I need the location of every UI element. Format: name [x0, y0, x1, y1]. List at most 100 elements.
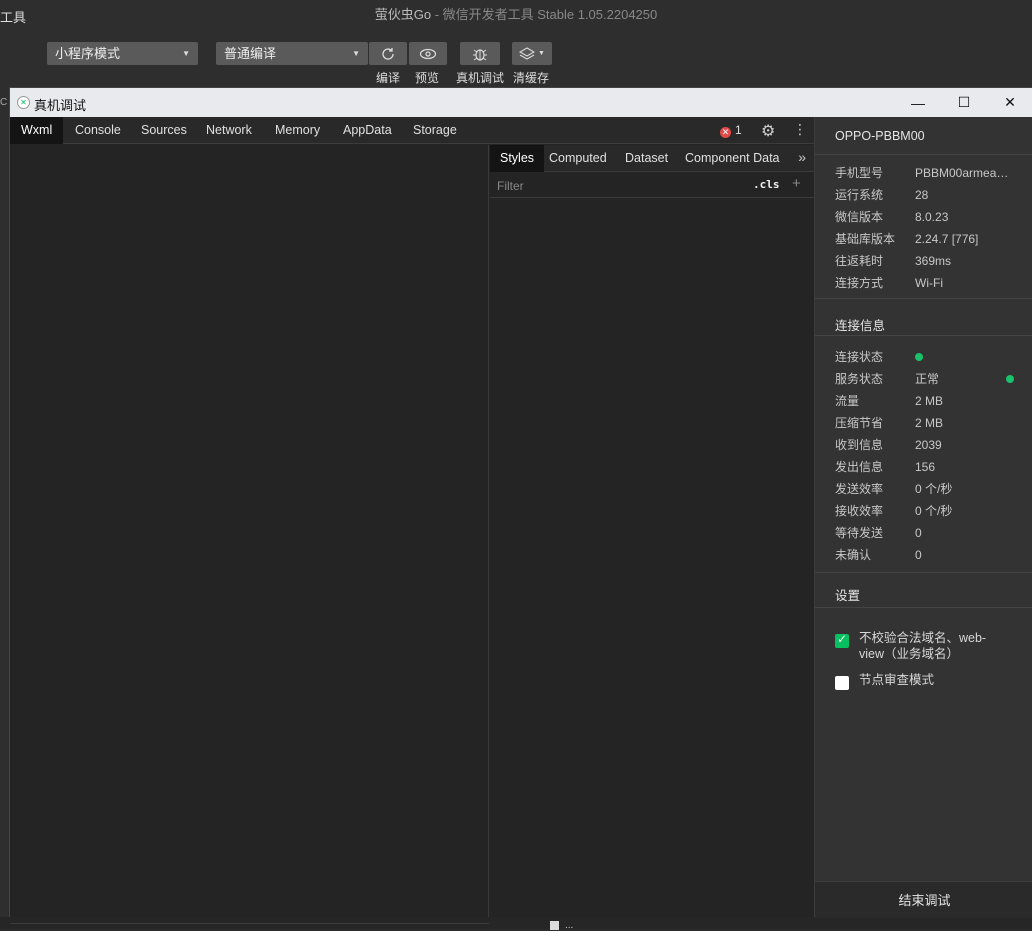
- styles-filter-input[interactable]: Filter: [497, 179, 524, 193]
- row-key: 微信版本: [835, 210, 884, 224]
- row-key: 压缩节省: [835, 416, 884, 430]
- row-key: 连接方式: [835, 276, 884, 290]
- ide-bottom-item: ...: [550, 920, 573, 931]
- device-row-wechat-version: 微信版本 8.0.23: [835, 206, 1025, 228]
- compile-select[interactable]: 普通编译 ▼: [216, 42, 368, 65]
- conn-row-pending: 等待发送 0: [835, 522, 1025, 544]
- device-row-connection: 连接方式 Wi-Fi: [835, 272, 1025, 294]
- row-key: 手机型号: [835, 166, 884, 180]
- conn-row-recv-rate: 接收效率 0 个/秒: [835, 500, 1025, 522]
- status-ok-dot: [1006, 375, 1014, 383]
- conn-row-service: 服务状态 正常: [835, 368, 1025, 390]
- row-value: 28: [915, 188, 929, 202]
- close-button[interactable]: ✕: [987, 88, 1032, 117]
- mode-select[interactable]: 小程序模式 ▼: [47, 42, 198, 65]
- bug-icon: [473, 48, 487, 61]
- close-icon: ✕: [1004, 94, 1016, 110]
- preview-button[interactable]: [409, 42, 447, 65]
- tab-sources[interactable]: Sources: [130, 117, 198, 144]
- device-row-model: 手机型号 PBBM00armeabi...: [835, 162, 1025, 184]
- minimize-icon: —: [911, 94, 925, 111]
- row-key: 流量: [835, 394, 860, 408]
- compile-select-value: 普通编译: [224, 46, 277, 61]
- settings-title: 设置: [835, 589, 861, 603]
- divider: [815, 607, 1032, 608]
- row-value: 369ms: [915, 254, 952, 268]
- tab-appdata[interactable]: AppData: [332, 117, 403, 144]
- row-key: 接收效率: [835, 504, 884, 518]
- divider: [815, 572, 1032, 573]
- more-options-icon[interactable]: ⋮: [793, 121, 807, 138]
- debug-window-title: 真机调试: [34, 98, 87, 113]
- devtools-tabs: Wxml Console Sources Network Memory AppD…: [10, 117, 814, 144]
- tab-component-data[interactable]: Component Data: [675, 145, 790, 172]
- row-value: 156: [915, 460, 936, 474]
- maximize-icon: ☐: [957, 94, 971, 110]
- debug-titlebar[interactable]: ✕ 真机调试 — ☐ ✕: [10, 88, 1032, 117]
- caret-down-icon: ▼: [182, 49, 190, 58]
- clear-cache-label[interactable]: 清缓存: [513, 69, 549, 86]
- add-style-rule-icon[interactable]: +: [792, 175, 801, 192]
- connection-info-title: 连接信息: [835, 319, 886, 333]
- row-value: 0 个/秒: [915, 504, 953, 518]
- row-value: 2 MB: [915, 394, 944, 408]
- tab-console[interactable]: Console: [64, 117, 132, 144]
- row-key: 收到信息: [835, 438, 884, 452]
- divider: [815, 335, 1032, 336]
- maximize-button[interactable]: ☐: [941, 88, 987, 117]
- divider: [815, 298, 1032, 299]
- end-debug-button[interactable]: 结束调试: [815, 881, 1032, 918]
- setting-label: 不校验合法域名、web-view（业务域名）: [859, 631, 987, 661]
- conn-row-received: 收到信息 2039: [835, 434, 1025, 456]
- styles-filter-row: Filter .cls +: [490, 172, 814, 198]
- checkbox-unchecked[interactable]: [835, 676, 849, 690]
- row-value: 0 个/秒: [915, 482, 953, 496]
- device-name: OPPO-PBBM00: [835, 129, 925, 143]
- devtools-panel: Wxml Console Sources Network Memory AppD…: [10, 117, 814, 924]
- conn-row-send-rate: 发送效率 0 个/秒: [835, 478, 1025, 500]
- eye-icon: [419, 48, 437, 59]
- clear-cache-button[interactable]: ▼: [512, 42, 552, 65]
- divider: [815, 154, 1032, 155]
- row-key: 往返耗时: [835, 254, 884, 268]
- remote-debug-label[interactable]: 真机调试: [456, 69, 504, 86]
- minimize-button[interactable]: —: [895, 88, 941, 117]
- ide-left-marker: C: [0, 97, 8, 108]
- row-key: 运行系统: [835, 188, 884, 202]
- tab-dataset[interactable]: Dataset: [615, 145, 678, 172]
- error-count: 1: [735, 123, 742, 137]
- remote-debug-window: ✕ 真机调试 — ☐ ✕ Wxml Console Sources Networ…: [9, 87, 1032, 924]
- row-value: 2.24.7 [776]: [915, 232, 979, 246]
- caret-down-icon: ▼: [538, 50, 545, 57]
- row-key: 发出信息: [835, 460, 884, 474]
- row-key: 发送效率: [835, 482, 884, 496]
- compile-button[interactable]: [369, 42, 407, 65]
- error-counter[interactable]: ✕ 1: [720, 123, 742, 138]
- tab-computed[interactable]: Computed: [539, 145, 617, 172]
- row-value: 2039: [915, 438, 942, 452]
- row-key: 基础库版本: [835, 232, 896, 246]
- chevron-double-right-icon[interactable]: »: [798, 149, 806, 165]
- wxml-elements-pane[interactable]: [10, 145, 489, 924]
- settings-gear-icon[interactable]: ⚙: [761, 121, 775, 141]
- tab-storage[interactable]: Storage: [402, 117, 468, 144]
- row-key: 等待发送: [835, 526, 884, 540]
- wechat-devtools-icon: ✕: [17, 96, 30, 109]
- tab-network[interactable]: Network: [195, 117, 263, 144]
- tab-wxml[interactable]: Wxml: [10, 117, 64, 144]
- compile-label[interactable]: 编译: [376, 69, 400, 86]
- row-value: 8.0.23: [915, 210, 949, 224]
- refresh-icon: [382, 47, 394, 60]
- tab-styles[interactable]: Styles: [490, 145, 545, 172]
- mode-select-value: 小程序模式: [55, 46, 121, 61]
- row-value: 2 MB: [915, 416, 944, 430]
- preview-label[interactable]: 预览: [415, 69, 439, 86]
- cls-toggle-button[interactable]: .cls: [753, 178, 780, 191]
- conn-row-compression: 压缩节省 2 MB: [835, 412, 1025, 434]
- tab-memory[interactable]: Memory: [264, 117, 331, 144]
- remote-debug-button[interactable]: [460, 42, 500, 65]
- row-value: 正常: [915, 372, 940, 386]
- styles-tabs: Styles Computed Dataset Component Data »: [490, 145, 814, 172]
- conn-row-traffic: 流量 2 MB: [835, 390, 1025, 412]
- checkbox-checked[interactable]: [835, 632, 849, 648]
